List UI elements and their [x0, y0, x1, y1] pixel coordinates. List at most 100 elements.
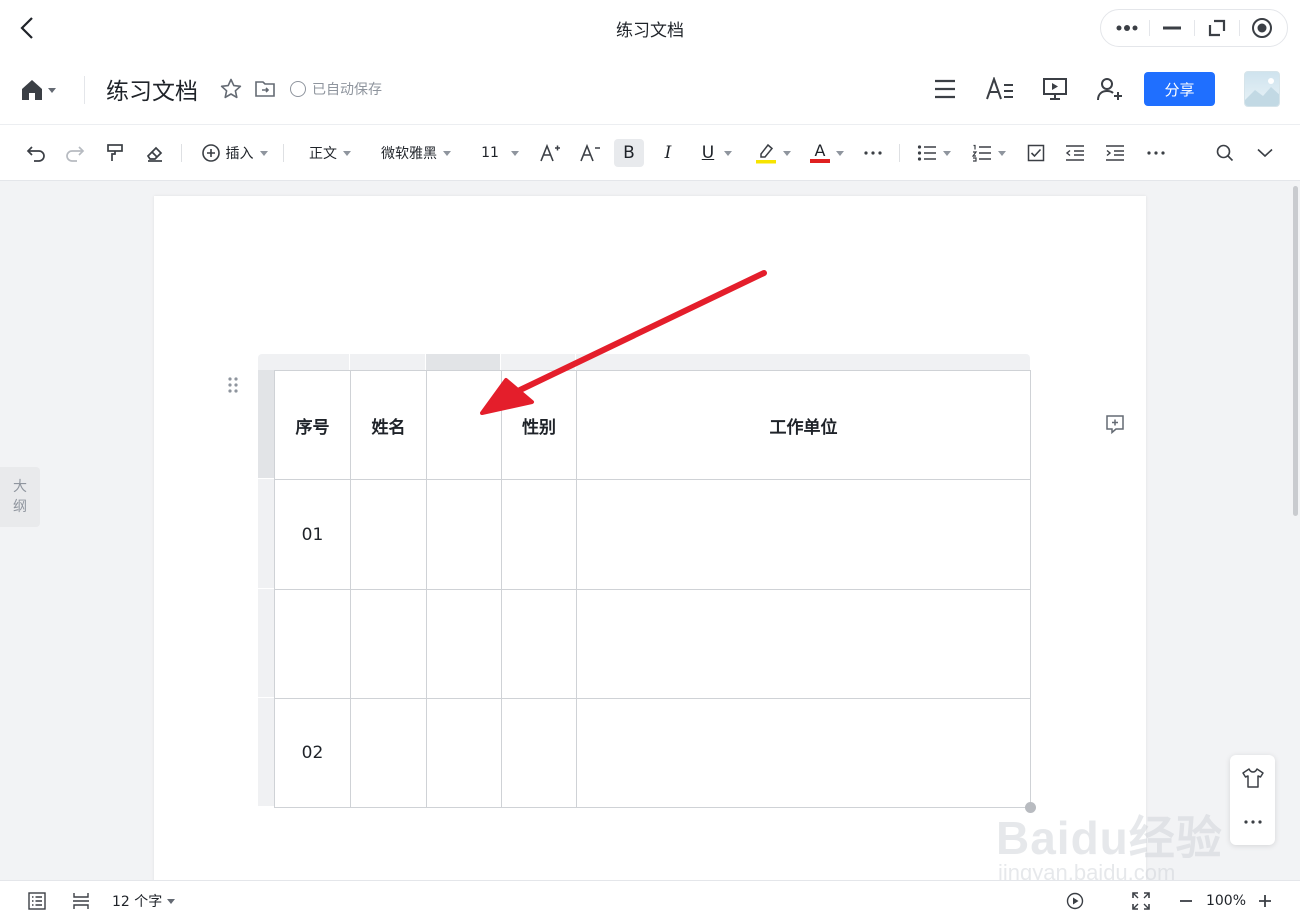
- chevron-down-icon: [1257, 148, 1273, 158]
- favorite-button[interactable]: [219, 77, 243, 101]
- text-format-button[interactable]: [985, 74, 1015, 104]
- table-cell[interactable]: [501, 698, 577, 808]
- table-row: 01: [274, 479, 1031, 590]
- list-view-icon: [28, 892, 46, 910]
- theme-button[interactable]: [1240, 765, 1266, 791]
- redo-icon: [66, 146, 85, 162]
- table-cell[interactable]: 01: [274, 479, 351, 590]
- table-cell[interactable]: 序号: [274, 370, 351, 480]
- avatar[interactable]: [1244, 71, 1280, 107]
- fullscreen-button[interactable]: [1130, 890, 1152, 912]
- play-button[interactable]: [1064, 890, 1086, 912]
- add-comment-button[interactable]: [1104, 413, 1126, 435]
- undo-button[interactable]: [24, 139, 48, 167]
- record-icon: [1251, 18, 1272, 38]
- column-selector-active[interactable]: [426, 354, 501, 370]
- chevron-down-icon: [836, 150, 844, 156]
- numbered-list-button[interactable]: [969, 139, 1009, 167]
- outline-tab[interactable]: 大 纲: [0, 467, 40, 527]
- row-selector[interactable]: [258, 479, 274, 589]
- clear-format-button[interactable]: [143, 139, 167, 167]
- table-cell[interactable]: [576, 589, 1031, 699]
- table-cell[interactable]: 性别: [501, 370, 577, 480]
- table-cell[interactable]: [576, 479, 1031, 590]
- font-size-select[interactable]: 11: [478, 139, 522, 167]
- table-resize-handle[interactable]: [1025, 802, 1036, 813]
- menu-button[interactable]: [930, 74, 960, 104]
- collapse-toolbar-button[interactable]: [1253, 139, 1277, 167]
- table-cell[interactable]: [501, 589, 577, 699]
- insert-menu-button[interactable]: 插入: [198, 139, 270, 167]
- chevron-down-icon: [783, 150, 791, 156]
- zoom-level[interactable]: 100%: [1204, 890, 1248, 912]
- table-cell[interactable]: [350, 698, 427, 808]
- text-color-button[interactable]: A: [807, 139, 847, 167]
- table-cell[interactable]: [426, 589, 502, 699]
- underline-label: U: [701, 143, 715, 163]
- table-cell[interactable]: [274, 589, 351, 699]
- minus-icon: [1180, 900, 1192, 902]
- vertical-scrollbar[interactable]: [1293, 186, 1298, 516]
- paragraph-style-select[interactable]: 正文: [304, 139, 356, 167]
- checklist-button[interactable]: [1024, 139, 1048, 167]
- table-cell[interactable]: [501, 479, 577, 590]
- table-drag-handle[interactable]: [227, 376, 239, 394]
- restore-icon: [1208, 19, 1225, 37]
- decrease-font-button[interactable]: [578, 139, 602, 167]
- table-cell[interactable]: [426, 698, 502, 808]
- row-selector[interactable]: [258, 370, 274, 479]
- table-cell[interactable]: [426, 479, 502, 590]
- column-selector[interactable]: [350, 354, 426, 370]
- zoom-in-button[interactable]: [1255, 890, 1275, 912]
- restore-button[interactable]: [1204, 15, 1230, 41]
- share-button[interactable]: 分享: [1144, 72, 1215, 106]
- table-row: [274, 589, 1031, 699]
- more-format-button[interactable]: [860, 139, 886, 167]
- page-view-button[interactable]: [70, 890, 92, 912]
- close-window-button[interactable]: [1249, 15, 1275, 41]
- outline-toggle-button[interactable]: [26, 890, 48, 912]
- comment-add-icon: [1106, 415, 1124, 435]
- format-painter-button[interactable]: [103, 139, 127, 167]
- increase-indent-button[interactable]: [1103, 139, 1127, 167]
- bold-button[interactable]: B: [614, 139, 644, 167]
- row-selector[interactable]: [258, 589, 274, 698]
- table-cell[interactable]: 工作单位: [576, 370, 1031, 480]
- document-title[interactable]: 练习文档: [106, 72, 198, 106]
- underline-button[interactable]: U: [696, 139, 738, 167]
- presentation-button[interactable]: [1040, 74, 1070, 104]
- more-button[interactable]: [1114, 15, 1140, 41]
- more-tools-button[interactable]: [1143, 139, 1169, 167]
- row-selector[interactable]: [258, 698, 274, 807]
- increase-font-button[interactable]: [538, 139, 562, 167]
- status-bar: 12 个字 100%: [0, 880, 1300, 920]
- window-controls: [1100, 9, 1288, 47]
- decrease-indent-button[interactable]: [1063, 139, 1087, 167]
- more-dots-icon: [1147, 151, 1165, 155]
- move-to-folder-button[interactable]: [253, 77, 277, 101]
- insert-label: 插入: [225, 146, 254, 162]
- table-cell[interactable]: [350, 479, 427, 590]
- table-cell[interactable]: [576, 698, 1031, 808]
- italic-label: I: [664, 143, 672, 163]
- highlight-color-button[interactable]: [753, 139, 793, 167]
- minimize-button[interactable]: [1159, 15, 1185, 41]
- column-selector[interactable]: [274, 354, 350, 370]
- zoom-out-button[interactable]: [1176, 890, 1196, 912]
- italic-button[interactable]: I: [656, 139, 680, 167]
- table-cell[interactable]: 02: [274, 698, 351, 808]
- bullet-list-button[interactable]: [914, 139, 954, 167]
- search-button[interactable]: [1213, 139, 1237, 167]
- table-cell[interactable]: 姓名: [350, 370, 427, 480]
- table-cell[interactable]: [426, 370, 502, 480]
- home-button[interactable]: [20, 76, 64, 104]
- chevron-down-icon: [724, 150, 733, 156]
- indent-icon: [1106, 145, 1124, 161]
- font-family-select[interactable]: 微软雅黑: [376, 139, 456, 167]
- more-options-button[interactable]: [1240, 809, 1266, 835]
- word-count[interactable]: 12 个字: [112, 890, 176, 912]
- column-selector[interactable]: [501, 354, 576, 370]
- redo-button[interactable]: [63, 139, 87, 167]
- add-collaborator-button[interactable]: [1095, 74, 1125, 104]
- table-cell[interactable]: [350, 589, 427, 699]
